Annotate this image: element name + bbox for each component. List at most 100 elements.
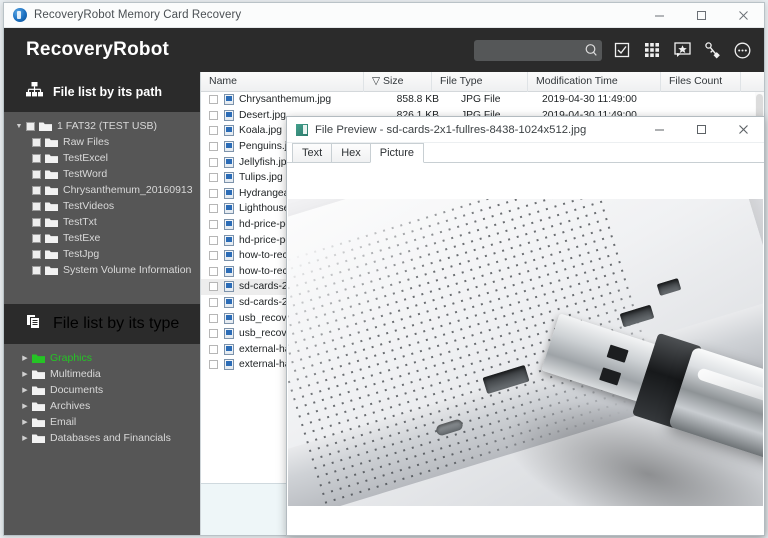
preview-minimize-button[interactable] [638, 117, 680, 142]
type-node-multimedia[interactable]: ▶ Multimedia [4, 366, 200, 382]
jpg-file-icon [224, 156, 234, 168]
type-node-documents[interactable]: ▶ Documents [4, 382, 200, 398]
row-checkbox[interactable] [209, 220, 218, 230]
preview-toolbar-area [287, 163, 764, 197]
tab-text[interactable]: Text [292, 143, 333, 162]
column-header-size[interactable]: ▽ Size [364, 72, 432, 92]
tree-node[interactable]: TestExe [4, 230, 200, 246]
column-header-name[interactable]: Name [201, 72, 364, 92]
row-checkbox[interactable] [209, 360, 218, 370]
tree-checkbox[interactable] [32, 185, 41, 195]
tree-node[interactable]: TestTxt [4, 214, 200, 230]
tree-checkbox[interactable] [32, 249, 41, 259]
tab-picture[interactable]: Picture [369, 143, 424, 163]
chevron-right-icon[interactable]: ▶ [18, 370, 32, 378]
tree-checkbox[interactable] [32, 201, 41, 211]
folder-icon [39, 121, 52, 131]
tree-node[interactable]: Raw Files [4, 134, 200, 150]
row-checkbox[interactable] [209, 266, 218, 276]
tree-checkbox[interactable] [32, 217, 41, 227]
path-panel-title: File list by its path [53, 85, 163, 99]
row-checkbox[interactable] [209, 251, 218, 261]
preview-footer [288, 506, 763, 534]
tree-node[interactable]: System Volume Information [4, 262, 200, 278]
checkbox-icon[interactable] [612, 40, 632, 60]
tree-node[interactable]: TestWord [4, 166, 200, 182]
tree-node[interactable]: TestExcel [4, 150, 200, 166]
tree-node-label: Raw Files [63, 136, 110, 148]
column-header-files-count[interactable]: Files Count [661, 72, 741, 92]
maximize-button[interactable] [680, 3, 722, 28]
tree-checkbox[interactable] [32, 233, 41, 243]
tab-hex[interactable]: Hex [331, 143, 371, 162]
row-checkbox[interactable] [209, 329, 218, 339]
tree-checkbox[interactable] [32, 153, 41, 163]
folder-icon [32, 385, 45, 395]
row-checkbox[interactable] [209, 204, 218, 214]
row-checkbox[interactable] [209, 126, 218, 136]
chevron-right-icon[interactable]: ▶ [18, 402, 32, 410]
type-node-label: Multimedia [50, 368, 101, 380]
column-header-file-type[interactable]: File Type [432, 72, 528, 92]
sort-indicator-icon: ▽ [372, 75, 381, 87]
tree-node[interactable]: TestJpg [4, 246, 200, 262]
more-options-icon[interactable] [732, 40, 752, 60]
row-checkbox[interactable] [209, 110, 218, 120]
tree-node-label: TestWord [63, 168, 108, 180]
tree-checkbox[interactable] [32, 169, 41, 179]
row-checkbox[interactable] [209, 298, 218, 308]
type-node-databases-and-financials[interactable]: ▶ Databases and Financials [4, 430, 200, 446]
minimize-button[interactable] [638, 3, 680, 28]
brand-title: RecoveryRobot [26, 39, 170, 60]
tree-node[interactable]: Chrysanthemum_20160913 [4, 182, 200, 198]
type-node-archives[interactable]: ▶ Archives [4, 398, 200, 414]
tree-root-node[interactable]: ▼ 1 FAT32 (TEST USB) [4, 118, 200, 134]
search-box[interactable] [474, 39, 602, 61]
tree-checkbox[interactable] [32, 265, 41, 275]
feedback-star-icon[interactable] [672, 40, 692, 60]
path-panel-header: File list by its path [4, 72, 200, 112]
row-checkbox[interactable] [209, 95, 218, 105]
file-list-header: Name ▽ Size File Type Modification Time File… [201, 72, 764, 92]
row-checkbox[interactable] [209, 188, 218, 198]
row-checkbox[interactable] [209, 173, 218, 183]
row-checkbox[interactable] [209, 235, 218, 245]
type-node-graphics[interactable]: ▶ Graphics [4, 350, 200, 366]
jpg-file-icon [224, 343, 234, 355]
chevron-right-icon[interactable]: ▶ [18, 434, 32, 442]
key-icon[interactable] [702, 40, 722, 60]
preview-close-button[interactable] [722, 117, 764, 142]
jpg-file-icon [224, 234, 234, 246]
sidebar: File list by its path ▼ 1 FAT32 (TEST USB… [4, 72, 200, 535]
tree-node[interactable]: TestVideos [4, 198, 200, 214]
sitemap-icon [26, 82, 43, 102]
close-button[interactable] [722, 3, 764, 28]
row-checkbox[interactable] [209, 282, 218, 292]
chevron-down-icon[interactable]: ▼ [12, 123, 26, 130]
search-input[interactable] [482, 44, 584, 56]
recoveryrobot-icon [13, 8, 27, 22]
type-node-email[interactable]: ▶ Email [4, 414, 200, 430]
preview-title: File Preview - sd-cards-2x1-fullres-8438… [315, 123, 587, 136]
table-row[interactable]: Chrysanthemum.jpg 858.8 KB JPG File 2019-04… [201, 92, 764, 108]
preview-maximize-button[interactable] [680, 117, 722, 142]
row-checkbox[interactable] [209, 157, 218, 167]
row-checkbox[interactable] [209, 344, 218, 354]
chevron-right-icon[interactable]: ▶ [18, 386, 32, 394]
cell-time: 2019-04-30 11:49:00 [542, 94, 637, 106]
row-checkbox[interactable] [209, 142, 218, 152]
tree-node-label: 1 FAT32 (TEST USB) [57, 120, 157, 132]
jpg-file-icon [224, 109, 234, 121]
tree-checkbox[interactable] [26, 121, 35, 131]
grid-icon[interactable] [642, 40, 662, 60]
column-header-modification-time[interactable]: Modification Time [528, 72, 661, 92]
type-panel-title: File list by its type [53, 315, 180, 332]
search-icon[interactable] [584, 43, 598, 57]
chevron-right-icon[interactable]: ▶ [18, 418, 32, 426]
desktop-background: RecoveryRobot Memory Card Recovery Recov… [0, 0, 768, 538]
tree-checkbox[interactable] [32, 137, 41, 147]
jpg-file-icon [224, 94, 234, 106]
chevron-right-icon[interactable]: ▶ [18, 354, 32, 362]
row-checkbox[interactable] [209, 313, 218, 323]
header-toolbar [474, 39, 752, 61]
